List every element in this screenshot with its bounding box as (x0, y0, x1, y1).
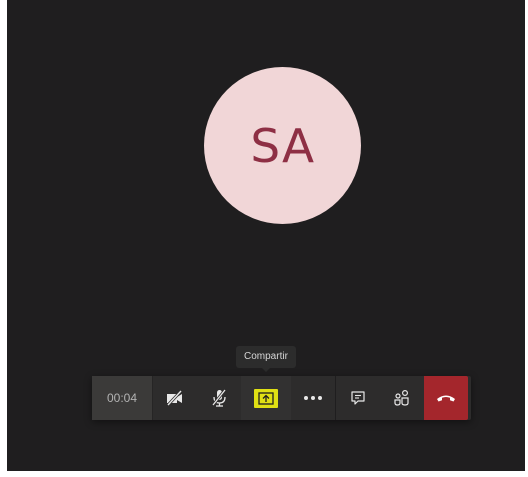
tooltip-text: Compartir (244, 351, 288, 362)
share-screen-icon (258, 391, 274, 405)
call-timer-text: 00:04 (106, 391, 138, 405)
share-tooltip: Compartir (236, 346, 296, 372)
participant-avatar: SA (204, 67, 361, 224)
participants-icon (394, 389, 409, 406)
call-timer: 00:04 (92, 376, 153, 420)
avatar-initials: SA (250, 118, 315, 173)
call-controls-toolbar: 00:04 (92, 376, 471, 420)
more-options-icon (304, 396, 322, 400)
more-options-button[interactable] (291, 376, 335, 420)
share-button[interactable] (241, 376, 291, 420)
mic-off-icon (211, 389, 227, 407)
chat-button[interactable] (336, 376, 380, 420)
chat-icon (351, 391, 365, 405)
hang-up-button[interactable] (424, 376, 468, 420)
participants-button[interactable] (380, 376, 424, 420)
camera-toggle-button[interactable] (153, 376, 197, 420)
tooltip-arrow (262, 368, 270, 372)
call-stage: SA Compartir 00:04 (7, 0, 525, 471)
hang-up-icon (437, 395, 455, 402)
share-highlight (254, 388, 278, 408)
camera-off-icon (166, 389, 183, 407)
mic-toggle-button[interactable] (197, 376, 241, 420)
